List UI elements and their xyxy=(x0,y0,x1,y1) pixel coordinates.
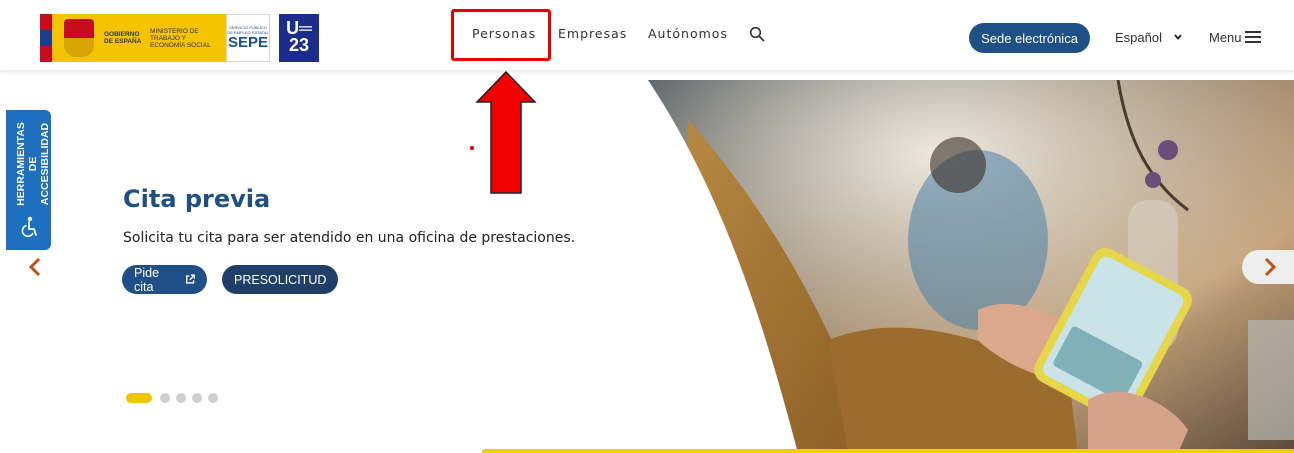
pide-cita-label: Pide cita xyxy=(134,265,160,294)
external-link-icon xyxy=(185,274,195,284)
chevron-down-icon[interactable] xyxy=(1172,31,1184,43)
caret-left-icon xyxy=(46,285,51,293)
carousel-dot-2[interactable] xyxy=(160,393,170,403)
site-header: GOBIERNO DE ESPAÑA MINISTERIO DE TRABAJO… xyxy=(0,0,1294,70)
accessibility-tools-tab[interactable]: HERRAMIENTAS DE ACCESIBILIDAD xyxy=(6,110,51,293)
hero-image xyxy=(648,80,1294,453)
nav-autonomos[interactable]: Autónomos xyxy=(648,26,728,41)
carousel-dot-5[interactable] xyxy=(208,393,218,403)
eu-spain-flag-icon xyxy=(40,14,52,62)
language-selector[interactable]: Español xyxy=(1115,30,1162,45)
sepe-logo[interactable]: SERVICIO PÚBLICO DE EMPLEO ESTATAL SEPE xyxy=(226,14,270,62)
carousel-dot-4[interactable] xyxy=(192,393,202,403)
carousel-next-icon[interactable] xyxy=(1263,256,1277,278)
coat-of-arms-icon xyxy=(64,19,94,57)
carousel-prev-icon[interactable] xyxy=(27,256,43,278)
hero-subtitle: Solicita tu cita para ser atendido en un… xyxy=(123,230,576,246)
sepe-logo-text: SEPE xyxy=(227,34,269,51)
sede-electronica-button[interactable]: Sede electrónica xyxy=(969,23,1090,53)
carousel-pagination xyxy=(126,393,224,403)
gobierno-text: GOBIERNO DE ESPAÑA xyxy=(104,31,142,45)
decorative-yellow-border xyxy=(482,449,1294,453)
presolicitud-label: PRESOLICITUD xyxy=(234,272,327,287)
presolicitud-button[interactable]: PRESOLICITUD xyxy=(222,265,338,294)
ministerio-text: MINISTERIO DE TRABAJO Y ECONOMÍA SOCIAL xyxy=(150,27,211,49)
annotation-highlight-box xyxy=(451,9,551,61)
ue23-logo[interactable]: U═ 23 xyxy=(279,14,319,62)
nav-empresas[interactable]: Empresas xyxy=(558,26,627,41)
pide-cita-button[interactable]: Pide cita xyxy=(122,265,207,294)
annotation-arrow-up-icon xyxy=(475,70,537,194)
menu-label[interactable]: Menu xyxy=(1209,30,1242,45)
carousel-dot-1[interactable] xyxy=(126,393,152,403)
hero-title: Cita previa xyxy=(123,185,271,213)
search-icon[interactable] xyxy=(749,26,765,42)
wheelchair-icon xyxy=(21,216,37,238)
ue23-logo-line2: 23 xyxy=(288,35,310,55)
hamburger-menu-icon[interactable] xyxy=(1245,31,1261,43)
carousel-dot-3[interactable] xyxy=(176,393,186,403)
